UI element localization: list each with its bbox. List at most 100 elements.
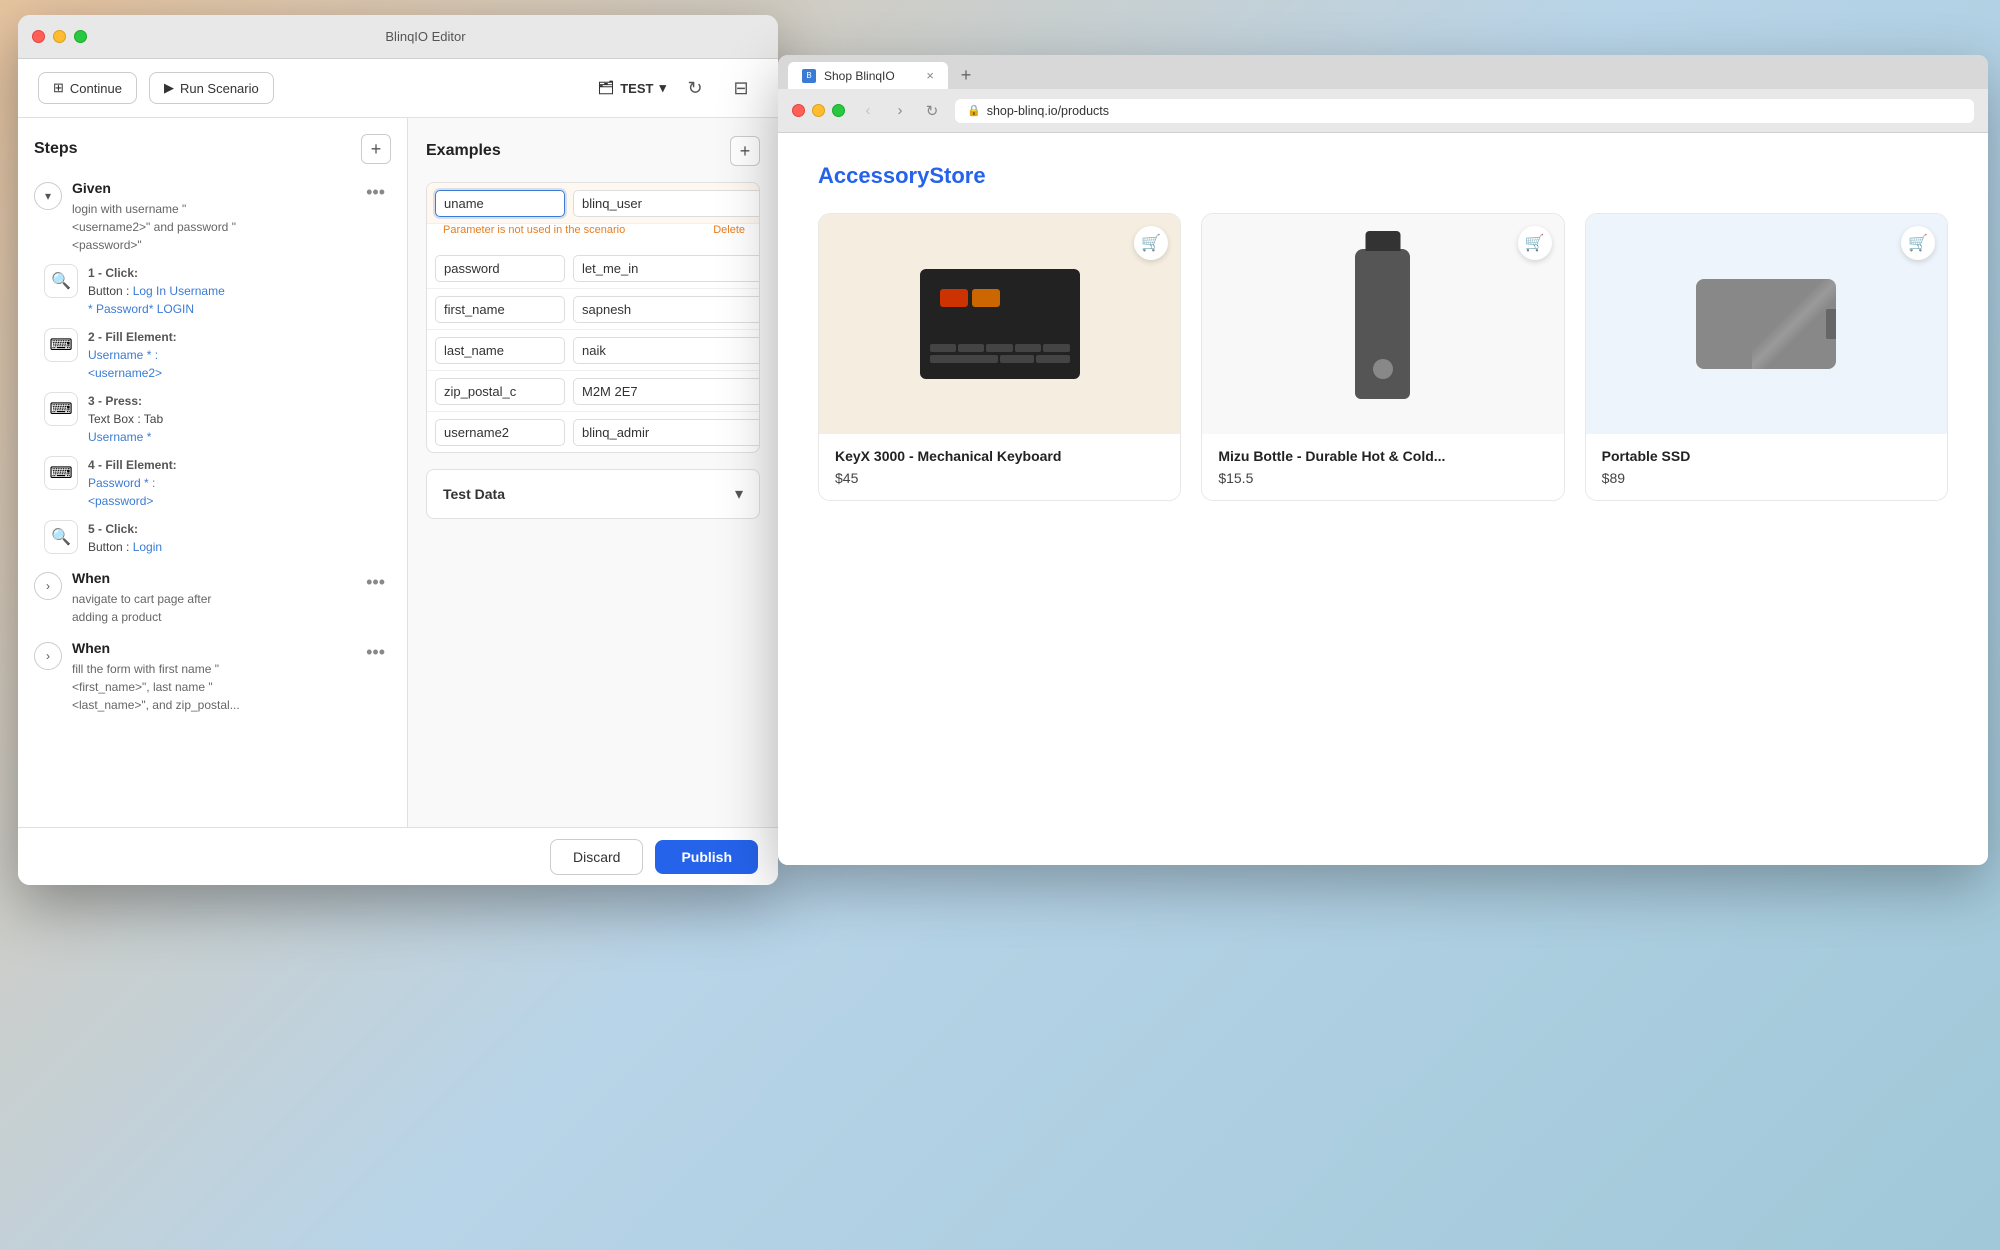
add-to-cart-bottle[interactable]: 🛒 <box>1518 226 1552 260</box>
editor-window-title: BlinqIO Editor <box>87 29 764 44</box>
close-button[interactable] <box>32 30 45 43</box>
tab-label: Shop BlinqIO <box>824 69 895 83</box>
add-to-cart-ssd[interactable]: 🛒 <box>1901 226 1935 260</box>
step-item-2: ⌨ 2 - Fill Element: Username * :<usernam… <box>34 328 391 382</box>
browser-minimize-button[interactable] <box>812 104 825 117</box>
step-item-1: 🔍 1 - Click: Button : Log In Username* P… <box>34 264 391 318</box>
example-val-zip[interactable] <box>573 378 760 405</box>
maximize-button[interactable] <box>74 30 87 43</box>
ssd-container <box>1696 279 1836 369</box>
traffic-lights <box>32 30 87 43</box>
product-name-ssd: Portable SSD <box>1602 448 1931 464</box>
step-group-when1: › When navigate to cart page afteradding… <box>34 570 391 626</box>
browser-nav: ‹ › ↻ <box>855 98 945 124</box>
step-1-icon: 🔍 <box>44 264 78 298</box>
example-val-password[interactable] <box>573 255 760 282</box>
browser-tab-active[interactable]: B Shop BlinqIO × <box>788 62 948 89</box>
key-red <box>940 289 968 307</box>
continue-icon: ⊞ <box>53 80 64 96</box>
publish-button[interactable]: Publish <box>655 840 758 874</box>
test-data-header[interactable]: Test Data ▾ <box>427 470 759 518</box>
test-data-section: Test Data ▾ <box>426 469 760 519</box>
add-example-button[interactable]: + <box>730 136 760 166</box>
example-key-password[interactable] <box>435 255 565 282</box>
continue-button[interactable]: ⊞ Continue <box>38 72 137 104</box>
example-val-first-name[interactable] <box>573 296 760 323</box>
browser-close-button[interactable] <box>792 104 805 117</box>
given-more-button[interactable]: ••• <box>360 180 391 205</box>
store-name-bold: Store <box>929 163 985 188</box>
step-3-icon: ⌨ <box>44 392 78 426</box>
when2-label: When <box>72 640 350 656</box>
step-5-icon: 🔍 <box>44 520 78 554</box>
forward-button[interactable]: › <box>887 98 913 124</box>
add-step-button[interactable]: + <box>361 134 391 164</box>
steps-title: Steps <box>34 140 78 158</box>
products-grid: 🛒 <box>818 213 1948 501</box>
product-price-bottle: $15.5 <box>1218 470 1547 486</box>
given-group-content: Given login with username "<username2>" … <box>72 180 350 254</box>
project-selector[interactable]: 🗂 TEST ▾ <box>598 80 666 96</box>
examples-header: Examples + <box>426 136 760 166</box>
when2-group-content: When fill the form with first name "<fir… <box>72 640 350 714</box>
example-key-first-name[interactable] <box>435 296 565 323</box>
when2-desc: fill the form with first name "<first_na… <box>72 660 350 714</box>
editor-bottom-bar: Discard Publish <box>18 827 778 885</box>
example-key-zip[interactable] <box>435 378 565 405</box>
given-group-header: ▾ Given login with username "<username2>… <box>34 180 391 254</box>
when2-chevron-button[interactable]: › <box>34 642 62 670</box>
example-row-first-name: 🗑 <box>427 289 759 330</box>
step-group-when2: › When fill the form with first name "<f… <box>34 640 391 714</box>
step-1-text: 1 - Click: Button : Log In Username* Pas… <box>88 264 225 318</box>
example-val-username2[interactable] <box>573 419 760 446</box>
editor-titlebar: BlinqIO Editor <box>18 15 778 59</box>
editor-toolbar: ⊞ Continue ▶ Run Scenario 🗂 TEST ▾ ↻ ⊟ <box>18 59 778 118</box>
add-to-cart-keyboard[interactable]: 🛒 <box>1134 226 1168 260</box>
step-2-icon: ⌨ <box>44 328 78 362</box>
run-scenario-button[interactable]: ▶ Run Scenario <box>149 72 274 104</box>
new-tab-button[interactable]: + <box>952 61 980 89</box>
when1-more-button[interactable]: ••• <box>360 570 391 595</box>
example-val-uname[interactable] <box>573 190 760 217</box>
refresh-button[interactable]: ↻ <box>678 71 712 105</box>
bottle-container <box>1355 214 1410 434</box>
product-img-ssd: 🛒 <box>1586 214 1947 434</box>
when2-more-button[interactable]: ••• <box>360 640 391 665</box>
example-key-last-name[interactable] <box>435 337 565 364</box>
product-price-ssd: $89 <box>1602 470 1931 486</box>
product-img-bottle: 🛒 <box>1202 214 1563 434</box>
browser-titlebar: ‹ › ↻ 🔒 shop-blinq.io/products <box>778 89 1988 133</box>
discard-button[interactable]: Discard <box>550 839 643 875</box>
store-name-regular: Accessory <box>818 163 929 188</box>
example-val-last-name[interactable] <box>573 337 760 364</box>
delete-label: Delete <box>713 224 751 242</box>
when1-chevron-button[interactable]: › <box>34 572 62 600</box>
tab-close-button[interactable]: × <box>926 68 934 83</box>
ssd-visual <box>1696 279 1836 369</box>
url-bar[interactable]: 🔒 shop-blinq.io/products <box>955 99 1974 123</box>
step-4-icon: ⌨ <box>44 456 78 490</box>
browser-maximize-button[interactable] <box>832 104 845 117</box>
step-3-text: 3 - Press: Text Box : TabUsername * <box>88 392 163 446</box>
given-chevron-button[interactable]: ▾ <box>34 182 62 210</box>
step-2-text: 2 - Fill Element: Username * :<username2… <box>88 328 177 382</box>
browser-traffic-lights <box>792 104 845 117</box>
test-data-title: Test Data <box>443 486 505 502</box>
error-row: Parameter is not used in the scenario De… <box>427 224 759 248</box>
product-name-keyboard: KeyX 3000 - Mechanical Keyboard <box>835 448 1164 464</box>
example-key-username2[interactable] <box>435 419 565 446</box>
layout-button[interactable]: ⊟ <box>724 71 758 105</box>
product-card-keyboard[interactable]: 🛒 <box>818 213 1181 501</box>
refresh-nav-button[interactable]: ↻ <box>919 98 945 124</box>
back-button[interactable]: ‹ <box>855 98 881 124</box>
product-card-ssd[interactable]: 🛒 Portable SSD $89 <box>1585 213 1948 501</box>
product-card-bottle[interactable]: 🛒 Mizu Bottle - Durable Hot & Cold... $1… <box>1201 213 1564 501</box>
minimize-button[interactable] <box>53 30 66 43</box>
browser-window: B Shop BlinqIO × + ‹ › ↻ 🔒 shop-blinq.io… <box>778 55 1988 865</box>
example-key-uname[interactable] <box>435 190 565 217</box>
step-5-text: 5 - Click: Button : Login <box>88 520 162 556</box>
product-img-keyboard: 🛒 <box>819 214 1180 434</box>
examples-panel: Examples + 🗑 Parameter is not used in th… <box>408 118 778 885</box>
param-error-text: Parameter is not used in the scenario <box>435 224 633 242</box>
lock-icon: 🔒 <box>967 104 981 117</box>
